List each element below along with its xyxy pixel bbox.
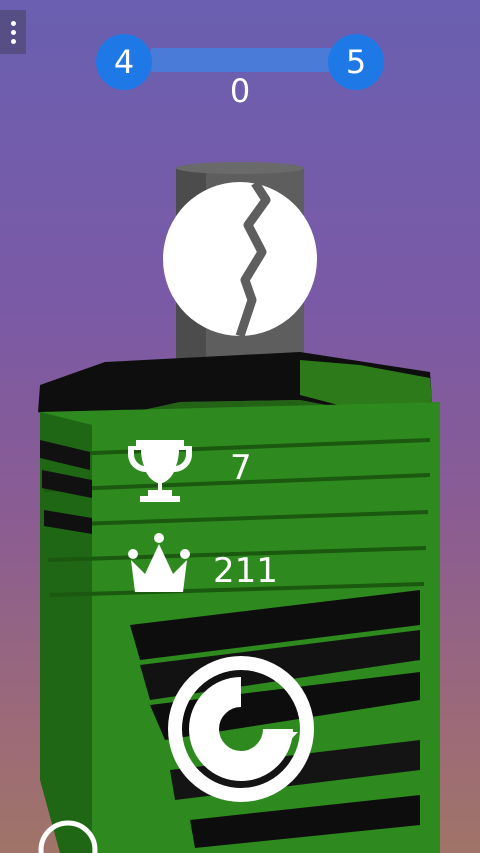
corner-circle-icon[interactable] xyxy=(38,820,98,853)
best-level-value: 7 xyxy=(230,448,252,488)
high-score-value: 211 xyxy=(213,551,278,591)
game-screen: 4 5 0 7 211 xyxy=(0,0,480,853)
crown-icon xyxy=(128,533,190,592)
more-vertical-icon[interactable] xyxy=(0,10,26,54)
level-progress-bar xyxy=(150,48,340,72)
cracked-ball xyxy=(163,180,317,338)
restart-icon[interactable] xyxy=(164,652,318,806)
trophy-icon xyxy=(128,440,192,502)
score-counter: 0 xyxy=(229,72,251,110)
